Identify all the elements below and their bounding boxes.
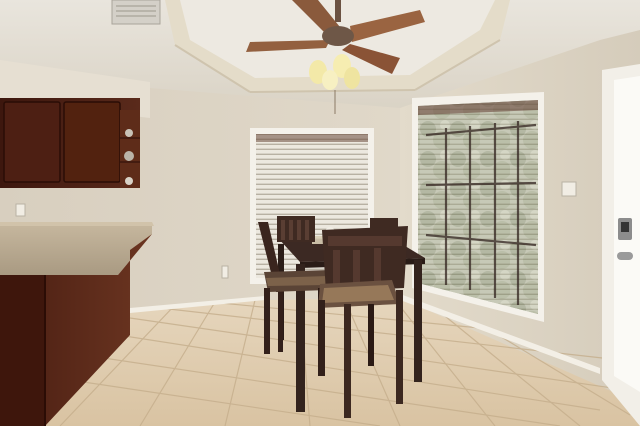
entry-door: [602, 64, 640, 426]
wall-outlet: [15, 203, 26, 217]
wall-outlet: [221, 265, 229, 279]
side-window: [412, 92, 544, 322]
dining-room-photo: [0, 0, 640, 426]
ceiling-vent: [111, 0, 161, 25]
light-switch: [561, 181, 577, 197]
upper-cabinet: [0, 98, 140, 188]
